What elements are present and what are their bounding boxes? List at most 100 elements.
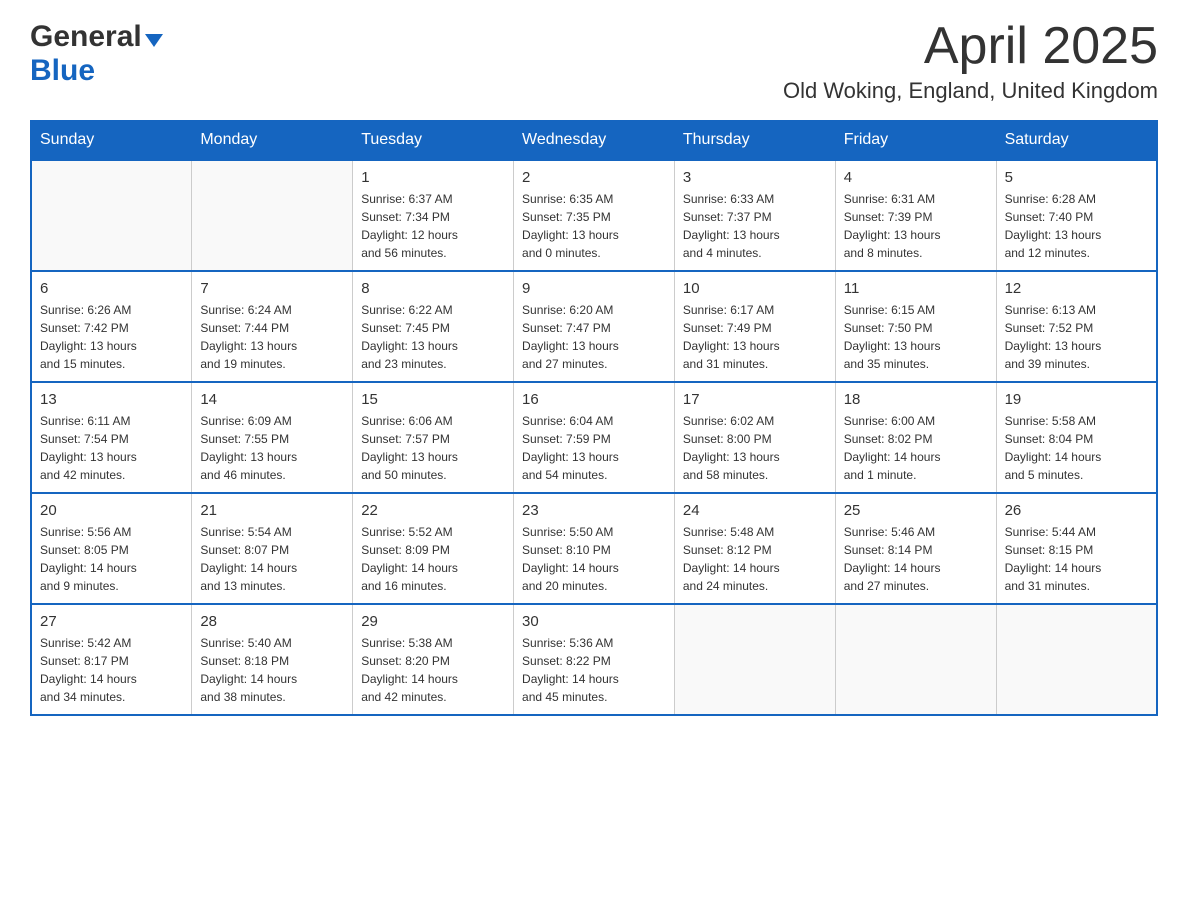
day-info: Sunrise: 5:54 AM Sunset: 8:07 PM Dayligh…	[200, 523, 344, 595]
day-info: Sunrise: 6:15 AM Sunset: 7:50 PM Dayligh…	[844, 301, 988, 373]
day-number: 27	[40, 613, 183, 630]
day-cell: 2 Sunrise: 6:35 AM Sunset: 7:35 PM Daylig…	[514, 160, 675, 271]
day-number: 7	[200, 280, 344, 297]
day-number: 23	[522, 502, 666, 519]
day-cell: 11 Sunrise: 6:15 AM Sunset: 7:50 PM Dayli…	[835, 271, 996, 382]
day-cell: 24Sunrise: 5:48 AM Sunset: 8:12 PM Dayli…	[674, 493, 835, 604]
month-title: April 2025	[783, 20, 1158, 72]
day-info: Sunrise: 5:58 AM Sunset: 8:04 PM Dayligh…	[1005, 412, 1148, 484]
day-info: Sunrise: 5:42 AM Sunset: 8:17 PM Dayligh…	[40, 634, 183, 706]
day-number: 29	[361, 613, 505, 630]
day-number: 22	[361, 502, 505, 519]
col-header-monday: Monday	[192, 121, 353, 161]
day-info: Sunrise: 6:28 AM Sunset: 7:40 PM Dayligh…	[1005, 190, 1148, 262]
day-info: Sunrise: 6:00 AM Sunset: 8:02 PM Dayligh…	[844, 412, 988, 484]
day-cell	[674, 604, 835, 715]
day-cell: 6 Sunrise: 6:26 AM Sunset: 7:42 PM Daylig…	[31, 271, 192, 382]
day-cell: 22 Sunrise: 5:52 AM Sunset: 8:09 PM Dayli…	[353, 493, 514, 604]
day-number: 11	[844, 280, 988, 297]
day-cell: 26Sunrise: 5:44 AM Sunset: 8:15 PM Dayli…	[996, 493, 1157, 604]
col-header-sunday: Sunday	[31, 121, 192, 161]
day-cell: 30 Sunrise: 5:36 AM Sunset: 8:22 PM Dayli…	[514, 604, 675, 715]
day-cell: 14 Sunrise: 6:09 AM Sunset: 7:55 PM Dayli…	[192, 382, 353, 493]
week-row-4: 20 Sunrise: 5:56 AM Sunset: 8:05 PM Dayli…	[31, 493, 1157, 604]
day-info: Sunrise: 5:36 AM Sunset: 8:22 PM Dayligh…	[522, 634, 666, 706]
day-info: Sunrise: 6:31 AM Sunset: 7:39 PM Dayligh…	[844, 190, 988, 262]
col-header-wednesday: Wednesday	[514, 121, 675, 161]
day-info: Sunrise: 6:13 AM Sunset: 7:52 PM Dayligh…	[1005, 301, 1148, 373]
day-info: Sunrise: 5:56 AM Sunset: 8:05 PM Dayligh…	[40, 523, 183, 595]
day-info: Sunrise: 5:46 AM Sunset: 8:14 PM Dayligh…	[844, 523, 988, 595]
day-cell: 15Sunrise: 6:06 AM Sunset: 7:57 PM Dayli…	[353, 382, 514, 493]
week-row-2: 6 Sunrise: 6:26 AM Sunset: 7:42 PM Daylig…	[31, 271, 1157, 382]
day-number: 28	[200, 613, 344, 630]
day-cell	[996, 604, 1157, 715]
day-info: Sunrise: 6:09 AM Sunset: 7:55 PM Dayligh…	[200, 412, 344, 484]
day-info: Sunrise: 6:26 AM Sunset: 7:42 PM Dayligh…	[40, 301, 183, 373]
day-number: 19	[1005, 391, 1148, 408]
page-header: General Blue April 2025 Old Woking, Engl…	[30, 20, 1158, 104]
day-number: 25	[844, 502, 988, 519]
day-cell: 25 Sunrise: 5:46 AM Sunset: 8:14 PM Dayli…	[835, 493, 996, 604]
day-number: 4	[844, 169, 988, 186]
day-cell: 20 Sunrise: 5:56 AM Sunset: 8:05 PM Dayli…	[31, 493, 192, 604]
col-header-saturday: Saturday	[996, 121, 1157, 161]
day-number: 9	[522, 280, 666, 297]
day-cell: 28 Sunrise: 5:40 AM Sunset: 8:18 PM Dayli…	[192, 604, 353, 715]
calendar-header-row: SundayMondayTuesdayWednesdayThursdayFrid…	[31, 121, 1157, 161]
day-cell: 3 Sunrise: 6:33 AM Sunset: 7:37 PM Daylig…	[674, 160, 835, 271]
day-info: Sunrise: 6:17 AM Sunset: 7:49 PM Dayligh…	[683, 301, 827, 373]
location: Old Woking, England, United Kingdom	[783, 78, 1158, 104]
day-number: 17	[683, 391, 827, 408]
day-number: 13	[40, 391, 183, 408]
day-cell	[192, 160, 353, 271]
day-info: Sunrise: 6:20 AM Sunset: 7:47 PM Dayligh…	[522, 301, 666, 373]
day-number: 6	[40, 280, 183, 297]
day-cell: 7 Sunrise: 6:24 AM Sunset: 7:44 PM Daylig…	[192, 271, 353, 382]
day-number: 2	[522, 169, 666, 186]
day-number: 18	[844, 391, 988, 408]
day-info: Sunrise: 6:35 AM Sunset: 7:35 PM Dayligh…	[522, 190, 666, 262]
day-cell	[835, 604, 996, 715]
day-number: 21	[200, 502, 344, 519]
day-cell: 17 Sunrise: 6:02 AM Sunset: 8:00 PM Dayli…	[674, 382, 835, 493]
day-cell: 5 Sunrise: 6:28 AM Sunset: 7:40 PM Daylig…	[996, 160, 1157, 271]
day-cell: 23Sunrise: 5:50 AM Sunset: 8:10 PM Dayli…	[514, 493, 675, 604]
day-info: Sunrise: 6:04 AM Sunset: 7:59 PM Dayligh…	[522, 412, 666, 484]
week-row-3: 13Sunrise: 6:11 AM Sunset: 7:54 PM Dayli…	[31, 382, 1157, 493]
day-info: Sunrise: 6:37 AM Sunset: 7:34 PM Dayligh…	[361, 190, 505, 262]
col-header-thursday: Thursday	[674, 121, 835, 161]
day-number: 5	[1005, 169, 1148, 186]
day-info: Sunrise: 6:02 AM Sunset: 8:00 PM Dayligh…	[683, 412, 827, 484]
week-row-5: 27 Sunrise: 5:42 AM Sunset: 8:17 PM Dayli…	[31, 604, 1157, 715]
day-info: Sunrise: 5:48 AM Sunset: 8:12 PM Dayligh…	[683, 523, 827, 595]
day-info: Sunrise: 6:33 AM Sunset: 7:37 PM Dayligh…	[683, 190, 827, 262]
title-block: April 2025 Old Woking, England, United K…	[783, 20, 1158, 104]
day-cell: 18 Sunrise: 6:00 AM Sunset: 8:02 PM Dayli…	[835, 382, 996, 493]
day-cell: 16 Sunrise: 6:04 AM Sunset: 7:59 PM Dayli…	[514, 382, 675, 493]
day-cell: 4 Sunrise: 6:31 AM Sunset: 7:39 PM Daylig…	[835, 160, 996, 271]
day-info: Sunrise: 6:06 AM Sunset: 7:57 PM Dayligh…	[361, 412, 505, 484]
day-number: 16	[522, 391, 666, 408]
day-info: Sunrise: 6:24 AM Sunset: 7:44 PM Dayligh…	[200, 301, 344, 373]
day-cell: 1Sunrise: 6:37 AM Sunset: 7:34 PM Daylig…	[353, 160, 514, 271]
logo-triangle-icon	[145, 34, 163, 47]
day-cell: 9 Sunrise: 6:20 AM Sunset: 7:47 PM Daylig…	[514, 271, 675, 382]
logo-blue: Blue	[30, 54, 95, 88]
day-cell: 19 Sunrise: 5:58 AM Sunset: 8:04 PM Dayli…	[996, 382, 1157, 493]
day-number: 20	[40, 502, 183, 519]
day-number: 30	[522, 613, 666, 630]
day-number: 3	[683, 169, 827, 186]
day-info: Sunrise: 5:52 AM Sunset: 8:09 PM Dayligh…	[361, 523, 505, 595]
day-cell: 21 Sunrise: 5:54 AM Sunset: 8:07 PM Dayli…	[192, 493, 353, 604]
day-number: 12	[1005, 280, 1148, 297]
day-info: Sunrise: 6:22 AM Sunset: 7:45 PM Dayligh…	[361, 301, 505, 373]
day-number: 26	[1005, 502, 1148, 519]
col-header-friday: Friday	[835, 121, 996, 161]
day-info: Sunrise: 5:40 AM Sunset: 8:18 PM Dayligh…	[200, 634, 344, 706]
day-cell: 8Sunrise: 6:22 AM Sunset: 7:45 PM Daylig…	[353, 271, 514, 382]
day-cell: 13Sunrise: 6:11 AM Sunset: 7:54 PM Dayli…	[31, 382, 192, 493]
calendar-table: SundayMondayTuesdayWednesdayThursdayFrid…	[30, 120, 1158, 716]
day-info: Sunrise: 5:38 AM Sunset: 8:20 PM Dayligh…	[361, 634, 505, 706]
day-number: 14	[200, 391, 344, 408]
